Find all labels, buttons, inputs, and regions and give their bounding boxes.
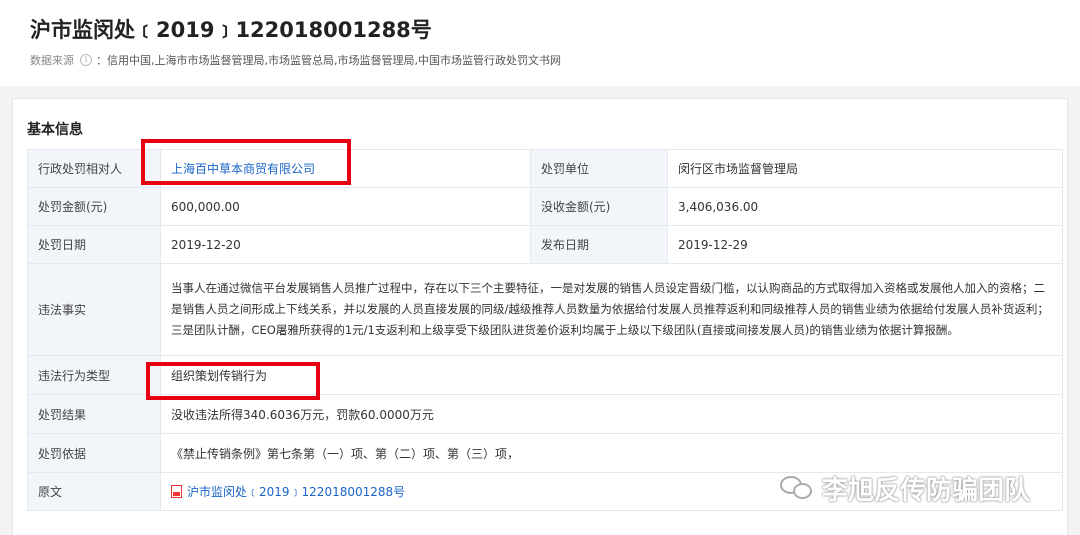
publish-label: 发布日期 — [530, 225, 668, 264]
table-row: 处罚依据 《禁止传销条例》第七条第（一）项、第（二）项、第（三）项， — [27, 433, 1063, 473]
header: 沪市监闵处﹝2019﹞122018001288号 数据来源 i ： 信用中国,上… — [0, 0, 1080, 86]
type-label: 违法行为类型 — [27, 355, 161, 395]
facts-value: 当事人在通过微信平台发展销售人员推广过程中，存在以下三个主要特征，一是对发展的销… — [160, 263, 1063, 356]
table-row: 违法事实 当事人在通过微信平台发展销售人员推广过程中，存在以下三个主要特征，一是… — [27, 263, 1063, 356]
highlight-box-type — [146, 362, 320, 400]
facts-label: 违法事实 — [27, 263, 161, 356]
info-icon[interactable]: i — [80, 54, 92, 66]
data-source-value: 信用中国,上海市市场监督管理局,市场监管总局,市场监督管理局,中国市场监管行政处… — [107, 54, 561, 67]
confiscate-label: 没收金额(元) — [530, 187, 668, 226]
table-row: 处罚金额(元) 600,000.00 没收金额(元) 3,406,036.00 — [27, 187, 1063, 226]
confiscate-value: 3,406,036.00 — [667, 187, 1063, 226]
highlight-box-party — [141, 139, 351, 185]
colon: ： — [96, 54, 107, 67]
info-table: 行政处罚相对人 上海百中草本商贸有限公司 处罚单位 闵行区市场监督管理局 处罚金… — [27, 149, 1063, 511]
date-value: 2019-12-20 — [160, 225, 531, 264]
table-row: 处罚日期 2019-12-20 发布日期 2019-12-29 — [27, 225, 1063, 264]
publish-value: 2019-12-29 — [667, 225, 1063, 264]
section-title: 基本信息 — [27, 122, 83, 138]
fine-value: 600,000.00 — [160, 187, 531, 226]
basis-value: 《禁止传销条例》第七条第（一）项、第（二）项、第（三）项， — [160, 433, 1063, 473]
result-label: 处罚结果 — [27, 394, 161, 434]
result-value: 没收违法所得340.6036万元，罚款60.0000万元 — [160, 394, 1063, 434]
pdf-icon — [171, 485, 182, 498]
wechat-icon — [780, 474, 814, 502]
unit-value: 闵行区市场监督管理局 — [667, 149, 1063, 188]
watermark-text: 李旭反传防骗团队 — [822, 475, 1031, 506]
date-label: 处罚日期 — [27, 225, 161, 264]
original-label: 原文 — [27, 472, 161, 511]
page-title: 沪市监闵处﹝2019﹞122018001288号 — [30, 18, 432, 42]
table-row: 处罚结果 没收违法所得340.6036万元，罚款60.0000万元 — [27, 394, 1063, 434]
fine-label: 处罚金额(元) — [27, 187, 161, 226]
watermark: 李旭反传防骗团队 — [780, 468, 1030, 508]
data-source-label: 数据来源 — [30, 54, 74, 67]
basis-label: 处罚依据 — [27, 433, 161, 473]
original-link[interactable]: 沪市监闵处﹝2019﹞122018001288号 — [187, 485, 405, 499]
unit-label: 处罚单位 — [530, 149, 668, 188]
data-source: 数据来源 i ： 信用中国,上海市市场监督管理局,市场监管总局,市场监督管理局,… — [30, 52, 561, 68]
